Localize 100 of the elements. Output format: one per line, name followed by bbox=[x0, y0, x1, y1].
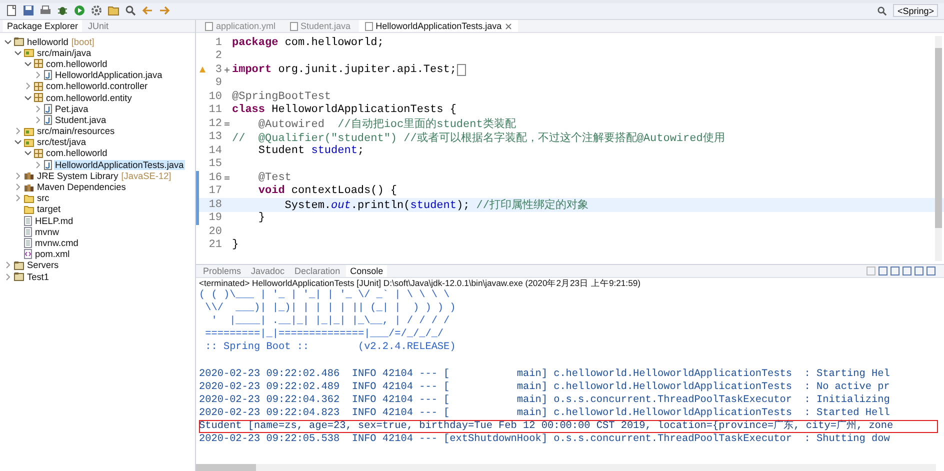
console-output-line: ( ( )\___ | '_ | '_| | '_ \/ _` | \ \ \ \ bbox=[199, 289, 451, 302]
line-number: 3 bbox=[214, 64, 222, 76]
tree-item[interactable]: HelloworldApplication.java bbox=[54, 70, 164, 80]
line-number: 15 bbox=[208, 158, 222, 170]
tree-item[interactable]: helloworld bbox=[26, 36, 70, 47]
tree-item-decoration: [JavaSE-12] bbox=[121, 170, 172, 181]
project-icon bbox=[14, 37, 24, 46]
line-number: 18 bbox=[208, 198, 222, 211]
console-output-line: :: Spring Boot :: (v2.2.4.RELEASE) bbox=[204, 341, 457, 354]
console-output-line: ' |____| .__|_| |_|_| |_\__, | / / / / bbox=[210, 315, 451, 328]
bug-icon[interactable] bbox=[57, 5, 68, 16]
project-icon bbox=[14, 260, 24, 270]
vertical-scrollbar[interactable] bbox=[935, 36, 942, 261]
console-output-line: =========|_|==============|___/=/_/_/_/ bbox=[204, 328, 445, 341]
line-number: 11 bbox=[208, 104, 222, 116]
line-number: 17 bbox=[208, 185, 222, 198]
tree-item[interactable]: src bbox=[36, 193, 50, 204]
package-icon bbox=[34, 93, 43, 102]
code-line: @Test bbox=[257, 172, 292, 184]
tree-item[interactable]: mvnw bbox=[34, 226, 60, 237]
tree-item[interactable]: target bbox=[36, 204, 62, 214]
console-output-line: 2020-02-23 09:22:02.486 INFO 42104 --- [ main] c.helloworld.HelloworldApplicationTests : Starting Hel bbox=[199, 368, 891, 381]
view-tab[interactable]: Problems bbox=[199, 265, 246, 277]
search-icon[interactable] bbox=[125, 5, 136, 16]
code-line: @SpringBootTest bbox=[232, 90, 332, 103]
code-line: Student student; bbox=[257, 144, 364, 157]
tree-item[interactable]: Servers bbox=[26, 260, 60, 270]
code-line: void contextLoads() { bbox=[257, 185, 398, 198]
expand-fold-icon[interactable] bbox=[224, 66, 230, 73]
line-number: 10 bbox=[208, 90, 222, 103]
code-line: System.out.println(student); //打印属性绑定的对象 bbox=[284, 198, 588, 212]
tree-item[interactable]: src/main/resources bbox=[36, 126, 116, 136]
line-number: 9 bbox=[214, 77, 222, 90]
view-tab[interactable]: Javadoc bbox=[247, 265, 289, 277]
java-file-icon bbox=[44, 70, 52, 80]
source-folder-icon bbox=[24, 126, 34, 136]
perspective-button[interactable]: <Spring> bbox=[893, 4, 938, 17]
folded-code-marker[interactable] bbox=[457, 64, 466, 76]
save-icon[interactable] bbox=[23, 5, 34, 16]
code-line: } bbox=[232, 239, 239, 252]
horizontal-scrollbar[interactable] bbox=[196, 464, 936, 471]
line-number: 19 bbox=[208, 212, 222, 224]
new-file-icon[interactable] bbox=[6, 5, 17, 16]
tree-item[interactable]: com.helloworld.entity bbox=[45, 92, 133, 103]
view-tab[interactable]: Declaration bbox=[290, 265, 344, 277]
editor-tab[interactable]: HelloworldApplicationTests.java bbox=[358, 20, 518, 32]
code-line: package com.helloworld; bbox=[232, 36, 384, 49]
tree-item[interactable]: src/main/java bbox=[36, 48, 92, 58]
package-icon bbox=[34, 148, 43, 158]
run-icon[interactable] bbox=[74, 5, 85, 16]
line-number: 12 bbox=[208, 118, 222, 130]
tree-item[interactable]: Test1 bbox=[26, 272, 50, 282]
tree-item[interactable]: src/test/java bbox=[36, 137, 88, 148]
console-output-line: \\/ ___)| |_)| | | | | || (_| | ) ) ) ) bbox=[204, 302, 457, 315]
collapse-fold-icon[interactable] bbox=[224, 174, 230, 181]
tree-item-decoration: [boot] bbox=[71, 36, 94, 47]
line-number: 21 bbox=[208, 239, 222, 252]
line-number: 1 bbox=[214, 36, 222, 49]
back-arrow-icon[interactable] bbox=[142, 5, 153, 16]
line-number: 13 bbox=[208, 131, 222, 144]
tab-label: Student.java bbox=[300, 21, 351, 31]
tree-item[interactable]: com.helloworld bbox=[45, 148, 108, 158]
code-line: } bbox=[257, 212, 266, 224]
project-icon bbox=[14, 272, 24, 282]
tree-item[interactable]: com.helloworld bbox=[45, 58, 108, 69]
folder-icon[interactable] bbox=[108, 5, 119, 16]
package-icon bbox=[34, 82, 43, 91]
tree-item[interactable]: com.helloworld.controller bbox=[45, 81, 149, 92]
console-output-line: 2020-02-23 09:22:05.538 INFO 42104 --- [extShutdownHook] o.s.s.concurrent.ThreadPoolTaskExecutor : Shutting dow bbox=[199, 433, 891, 446]
gear-icon[interactable] bbox=[91, 5, 102, 16]
search-icon[interactable] bbox=[877, 6, 888, 16]
line-number: 20 bbox=[208, 226, 222, 238]
collapse-fold-icon[interactable] bbox=[224, 120, 230, 127]
tree-item[interactable]: mvnw.cmd bbox=[34, 238, 80, 248]
tab-label: application.yml bbox=[216, 21, 276, 31]
tree-item[interactable]: Maven Dependencies bbox=[36, 182, 127, 192]
tab-label: HelloworldApplicationTests.java bbox=[376, 21, 502, 31]
view-tab[interactable]: Package Explorer bbox=[3, 20, 82, 32]
forward-arrow-icon[interactable] bbox=[159, 5, 170, 16]
console-output-line: 2020-02-23 09:22:04.362 INFO 42104 --- [ main] o.s.s.concurrent.ThreadPoolTaskExecutor : Initializing bbox=[199, 394, 891, 407]
line-number: 2 bbox=[214, 50, 222, 62]
view-tab[interactable]: JUnit bbox=[84, 20, 113, 32]
console-output-line: 2020-02-23 09:22:04.823 INFO 42104 --- [ main] c.helloworld.HelloworldApplicationTests : Started Hell bbox=[199, 407, 891, 420]
tree-item[interactable]: pom.xml bbox=[34, 249, 71, 260]
view-tab[interactable]: Console bbox=[346, 265, 388, 277]
print-icon[interactable] bbox=[40, 5, 51, 16]
tree-item[interactable]: HelloworldApplicationTests.java bbox=[54, 160, 185, 170]
console-output-line: 2020-02-23 09:22:02.489 INFO 42104 --- [ main] c.helloworld.HelloworldApplicationTests : No active pr bbox=[199, 381, 891, 394]
close-icon[interactable] bbox=[504, 22, 512, 30]
file-icon bbox=[290, 22, 298, 30]
tree-item[interactable]: Student.java bbox=[54, 114, 108, 125]
source-folder-icon bbox=[24, 138, 34, 147]
file-icon bbox=[364, 22, 373, 30]
file-icon bbox=[205, 22, 213, 30]
tree-item[interactable]: JRE System Library bbox=[36, 170, 120, 181]
source-folder-icon bbox=[24, 48, 34, 58]
tree-item[interactable]: Pet.java bbox=[54, 104, 90, 114]
tree-item[interactable]: HELP.md bbox=[34, 216, 74, 226]
code-line: // @Qualifier("student") //或者可以根据名字装配，不过这个注解要搭配@Autowired使用 bbox=[232, 130, 725, 145]
line-number: 14 bbox=[208, 144, 222, 157]
